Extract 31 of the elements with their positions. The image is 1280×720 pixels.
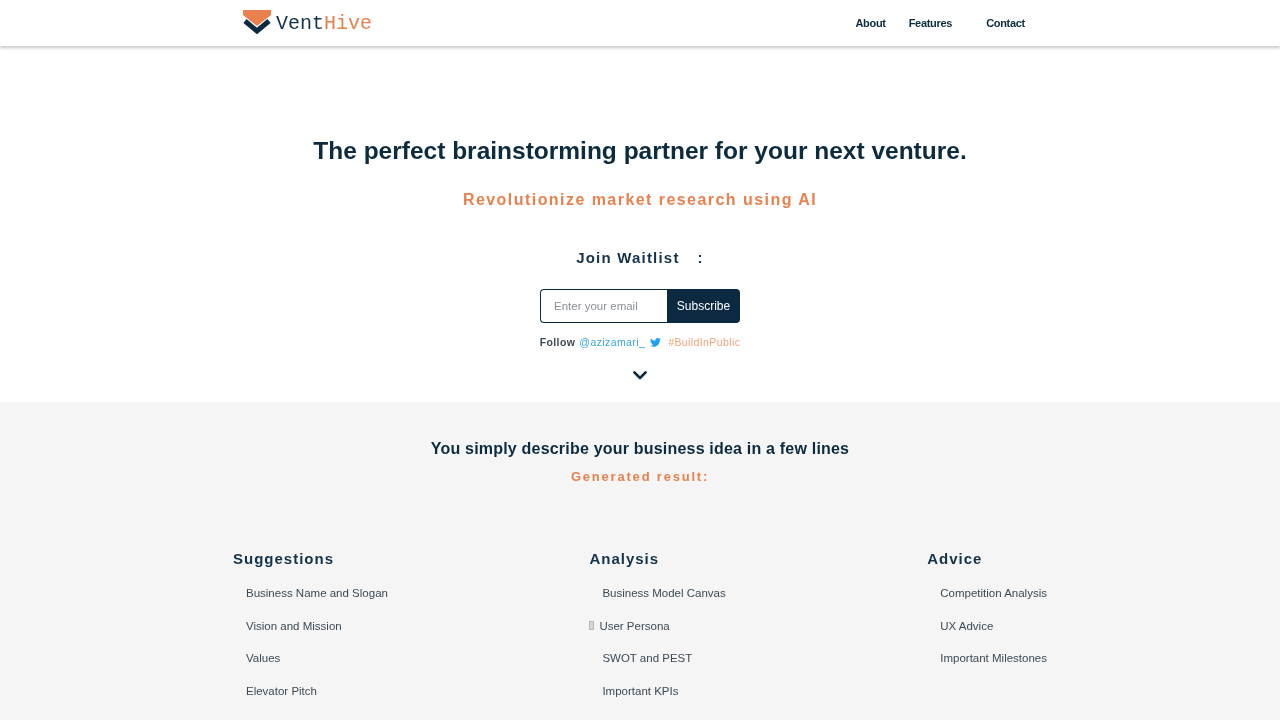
nav-link[interactable]: Contact [986,17,1025,29]
feature-item: User Persona [599,618,670,634]
waitlist-colon: : [697,248,704,268]
feature-item: SWOT and PEST [602,651,693,667]
column-heading: Advice [927,549,983,569]
column-heading: Suggestions [233,549,334,569]
logo-wordmark: VentHive [276,11,373,35]
feature-item: Competition Analysis [940,586,1047,601]
email-field[interactable]: Enter your email [540,289,667,323]
column-heading: Analysis [589,549,660,569]
feature-item: Important Milestones [940,651,1047,667]
bird-icon[interactable] [650,337,662,347]
feature-item: Business Model Canvas [602,586,726,601]
follow-label: Follow [539,336,576,348]
section-intro: You simply describe your business idea in a few lines [430,439,850,459]
nav-link[interactable]: Features [908,17,953,29]
feature-item: Elevator Pitch [246,684,317,700]
feature-item: Values [246,651,281,667]
feature-item: UX Advice [940,618,994,634]
nav-link[interactable]: About [855,17,886,29]
logo-icon [243,10,271,36]
subscribe-button[interactable]: Subscribe [667,289,740,323]
box-glyph-icon [589,621,595,631]
feature-item: Vision and Mission [246,618,342,634]
chevron-down-icon[interactable] [633,371,647,380]
waitlist-label: Join Waitlist [576,248,680,268]
result-label: Generated result: [570,469,710,485]
hero-subtitle: Revolutionize market research using AI [462,190,818,210]
feature-item: Important KPIs [602,684,679,700]
hero-headline: The perfect brainstorming partner for your next venture. [313,136,967,166]
feature-item: Business Name and Slogan [246,586,388,601]
